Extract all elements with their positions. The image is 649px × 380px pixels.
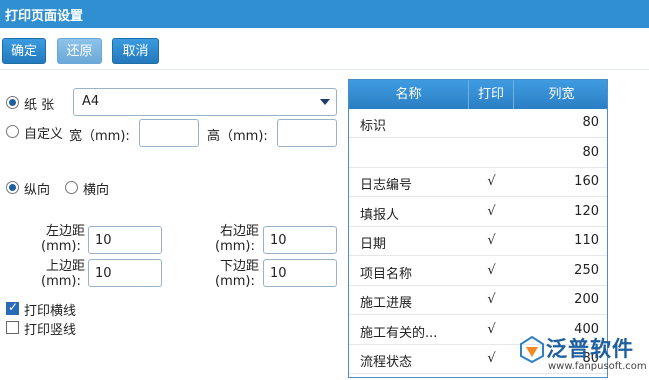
print-hlines-label: 打印横线 xyxy=(24,304,77,319)
print-vlines-label: 打印竖线 xyxy=(24,323,77,338)
cancel-button[interactable]: 取消 xyxy=(112,38,159,64)
print-flag-cell: √ xyxy=(487,233,496,248)
table-row[interactable]: 日期 √ 110 xyxy=(349,227,607,256)
column-width-cell: 250 xyxy=(574,262,599,278)
column-header-print[interactable]: 打印 xyxy=(469,80,514,109)
restore-button[interactable]: 还原 xyxy=(57,38,102,64)
column-header-width[interactable]: 列宽 xyxy=(514,80,607,109)
print-flag-cell: √ xyxy=(487,174,496,189)
print-flag-cell: √ xyxy=(487,351,496,366)
custom-size-radio[interactable] xyxy=(6,125,19,138)
table-row[interactable]: 施工进展 √ 200 xyxy=(349,286,607,315)
column-name-cell: 施工有关的... xyxy=(360,325,438,341)
column-name-cell: 填报人 xyxy=(360,207,400,223)
dialog-title: 打印页面设置 xyxy=(5,9,84,24)
brand-name: 泛普软件 xyxy=(546,337,634,361)
column-width-cell: 80 xyxy=(582,115,599,130)
right-margin-input[interactable] xyxy=(263,226,337,254)
brand-mark-icon xyxy=(520,335,544,363)
column-width-cell: 160 xyxy=(574,174,599,189)
print-flag-cell: √ xyxy=(487,321,496,337)
paper-preset-radio[interactable] xyxy=(6,96,19,109)
print-flag-cell: √ xyxy=(487,262,496,278)
paper-size-select[interactable]: A4 xyxy=(73,88,337,116)
column-width-cell: 80 xyxy=(582,144,599,160)
brand-url: www.fanpusoft.com xyxy=(548,361,647,372)
portrait-label: 纵向 xyxy=(24,183,51,198)
column-name-cell: 标识 xyxy=(360,119,387,134)
bottom-margin-input[interactable] xyxy=(263,259,337,287)
right-margin-label: 右边距 (mm): xyxy=(215,224,259,254)
height-label: 高（mm): xyxy=(207,129,268,144)
table-row[interactable]: 项目名称 √ 250 xyxy=(349,257,607,286)
table-row[interactable]: 80 xyxy=(349,139,607,168)
paper-size-value: A4 xyxy=(82,94,100,109)
column-name-cell: 项目名称 xyxy=(360,266,413,282)
table-row[interactable]: 日志编号 √ 160 xyxy=(349,168,607,197)
print-flag-cell: √ xyxy=(487,292,496,307)
custom-height-input[interactable] xyxy=(277,119,337,147)
left-margin-label: 左边距 (mm): xyxy=(41,224,85,254)
paper-label: 纸 张 xyxy=(24,98,55,113)
top-margin-label: 上边距 (mm): xyxy=(41,259,85,289)
print-hlines-checkbox[interactable] xyxy=(6,300,19,315)
table-row[interactable]: 标识 80 xyxy=(349,109,607,138)
column-name-cell: 日期 xyxy=(360,237,387,252)
grid-header: 名称 打印 列宽 xyxy=(349,80,607,109)
landscape-label: 横向 xyxy=(83,183,110,198)
print-flag-cell: √ xyxy=(487,203,496,219)
table-row[interactable]: 填报人 √ 120 xyxy=(349,198,607,227)
left-margin-input[interactable] xyxy=(88,226,162,254)
chevron-down-icon xyxy=(320,99,330,105)
column-width-cell: 200 xyxy=(574,292,599,307)
bottom-margin-label: 下边距 (mm): xyxy=(215,259,259,289)
landscape-radio[interactable] xyxy=(65,181,78,194)
column-header-name[interactable]: 名称 xyxy=(349,80,469,109)
portrait-radio[interactable] xyxy=(6,181,19,194)
dialog-titlebar: 打印页面设置 xyxy=(0,0,649,28)
confirm-button[interactable]: 确定 xyxy=(2,38,46,64)
column-width-cell: 120 xyxy=(574,203,599,219)
toolbar: 确定 还原 取消 xyxy=(0,28,649,70)
brand-logo: 泛普软件 www.fanpusoft.com xyxy=(516,331,649,380)
custom-label: 自定义 xyxy=(24,127,64,142)
column-name-cell: 日志编号 xyxy=(360,178,413,193)
print-vlines-checkbox[interactable] xyxy=(6,321,19,334)
custom-width-input[interactable] xyxy=(139,119,199,147)
column-name-cell: 施工进展 xyxy=(360,296,413,311)
width-label: 宽（mm): xyxy=(69,129,130,144)
column-width-cell: 110 xyxy=(574,233,599,248)
column-name-cell: 流程状态 xyxy=(360,355,413,370)
top-margin-input[interactable] xyxy=(88,259,162,287)
